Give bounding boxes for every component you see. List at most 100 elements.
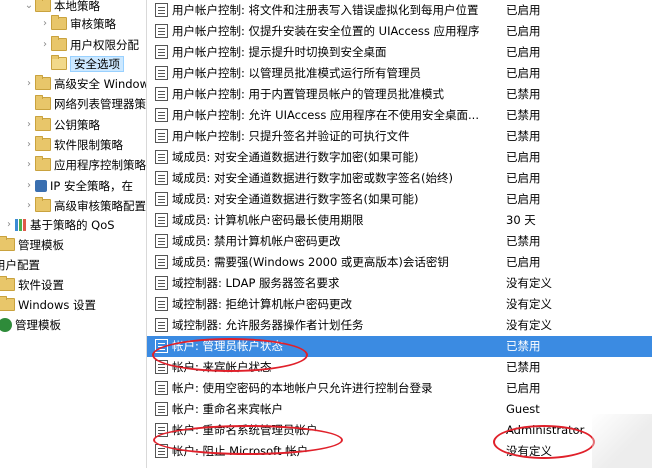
tree-item[interactable]: › 高级审核策略配置	[24, 196, 146, 216]
tree-item[interactable]: › 用户权限分配	[40, 35, 139, 55]
tree-item[interactable]: 软件设置	[0, 275, 64, 295]
tree-item[interactable]: 用户配置	[0, 255, 40, 275]
policy-name: 帐户: 阻止 Microsoft 帐户	[172, 444, 309, 458]
policy-name: 用户帐户控制: 提示提升时切换到安全桌面	[172, 45, 387, 59]
policy-row[interactable]: 用户帐户控制: 将文件和注册表写入错误虚拟化到每用户位置 已启用	[147, 0, 652, 21]
tree-item[interactable]: › 公钥策略	[24, 115, 100, 135]
policy-item-icon	[155, 276, 168, 290]
policy-setting: 已禁用	[506, 234, 541, 248]
policy-setting: Administrator	[506, 423, 585, 437]
policy-row[interactable]: 用户帐户控制: 以管理员批准模式运行所有管理员 已启用	[147, 63, 652, 84]
policy-item-icon	[155, 444, 168, 458]
tree-item-label: 用户配置	[0, 258, 40, 272]
policy-row[interactable]: 域控制器: 拒绝计算机帐户密码更改 没有定义	[147, 294, 652, 315]
policy-item-icon	[155, 360, 168, 374]
policy-item-icon	[155, 213, 168, 227]
policy-row[interactable]: 域成员: 对安全通道数据进行数字加密(如果可能) 已启用	[147, 147, 652, 168]
policy-name: 域控制器: 拒绝计算机帐户密码更改	[172, 297, 353, 311]
tree-item-label: 安全选项	[70, 56, 124, 72]
policy-row[interactable]: 域控制器: 允许服务器操作者计划任务 没有定义	[147, 315, 652, 336]
policy-row[interactable]: 帐户: 阻止 Microsoft 帐户 没有定义	[147, 441, 652, 462]
policy-item-icon	[155, 255, 168, 269]
tree-item[interactable]: 管理模板	[0, 235, 64, 255]
folder-icon	[35, 0, 51, 12]
policy-name: 域控制器: 允许服务器操作者计划任务	[172, 318, 364, 332]
folder-icon	[35, 136, 51, 151]
policy-row[interactable]: 帐户: 重命名系统管理员帐户 Administrator	[147, 420, 652, 441]
policy-row[interactable]: 域成员: 需要强(Windows 2000 或更高版本)会话密钥 已启用	[147, 252, 652, 273]
policy-item-icon	[155, 318, 168, 332]
folder-icon	[35, 116, 51, 131]
policy-name: 域成员: 禁用计算机帐户密码更改	[172, 234, 341, 248]
policy-setting: 已启用	[506, 255, 541, 269]
policy-row[interactable]: 帐户: 管理员帐户状态 已禁用	[147, 336, 652, 357]
policy-setting: 已启用	[506, 3, 541, 17]
folder-icon	[0, 236, 15, 251]
tree-item[interactable]: › IP 安全策略，在	[24, 176, 133, 196]
expander-chevron-icon[interactable]: ›	[24, 74, 34, 94]
tree-item[interactable]: 安全选项	[40, 54, 124, 74]
policy-item-icon	[155, 234, 168, 248]
tree-item[interactable]: › 软件限制策略	[24, 135, 123, 155]
policy-row[interactable]: 用户帐户控制: 仅提升安装在安全位置的 UIAccess 应用程序 已启用	[147, 21, 652, 42]
policy-row[interactable]: 用户帐户控制: 提示提升时切换到安全桌面 已启用	[147, 42, 652, 63]
expander-chevron-icon[interactable]: ⌄	[24, 0, 34, 16]
policy-row[interactable]: 用户帐户控制: 允许 UIAccess 应用程序在不使用安全桌面... 已禁用	[147, 105, 652, 126]
policy-name: 域成员: 对安全通道数据进行数字签名(如果可能)	[172, 192, 419, 206]
expander-chevron-icon[interactable]: ›	[24, 155, 34, 175]
policy-setting: 已禁用	[506, 360, 541, 374]
chart-icon	[15, 218, 27, 231]
policy-item-icon	[155, 423, 168, 437]
expander-chevron-icon[interactable]: ›	[24, 115, 34, 135]
policy-name: 域成员: 计算机帐户密码最长使用期限	[172, 213, 364, 227]
policy-name: 用户帐户控制: 允许 UIAccess 应用程序在不使用安全桌面...	[172, 108, 479, 122]
folder-icon	[51, 15, 67, 30]
expander-chevron-icon[interactable]: ›	[40, 14, 50, 34]
folder-icon	[0, 296, 15, 311]
watermark-corner	[592, 414, 652, 468]
tree-item-label: 基于策略的 QoS	[30, 218, 115, 232]
tree-item[interactable]: 网络列表管理器策略	[24, 94, 146, 114]
tree-item-label: 公钥策略	[54, 118, 100, 132]
policy-setting: 已启用	[506, 192, 541, 206]
tree-item-label: 应用程序控制策略	[54, 158, 146, 172]
ipsec-icon	[35, 179, 47, 192]
expander-chevron-icon[interactable]: ›	[40, 35, 50, 55]
policy-item-icon	[155, 45, 168, 59]
expander-chevron-icon[interactable]: ›	[24, 135, 34, 155]
tree-item[interactable]: › 高级安全 Windows	[24, 74, 146, 94]
navigation-tree[interactable]: ⌄ 本地策略 › 审核策略 › 用户权限分配 安全选项 › 高级安全 Windows 网络列表管理…	[0, 0, 146, 468]
policy-name: 用户帐户控制: 仅提升安装在安全位置的 UIAccess 应用程序	[172, 24, 480, 38]
policy-row[interactable]: 帐户: 使用空密码的本地帐户只允许进行控制台登录 已启用	[147, 378, 652, 399]
policy-name: 帐户: 使用空密码的本地帐户只允许进行控制台登录	[172, 381, 433, 395]
policy-item-icon	[155, 129, 168, 143]
policy-row[interactable]: 域成员: 对安全通道数据进行数字加密或数字签名(始终) 已启用	[147, 168, 652, 189]
policy-setting: 没有定义	[506, 318, 552, 332]
policy-item-icon	[155, 108, 168, 122]
tree-item-label: 用户权限分配	[70, 38, 139, 52]
policy-row[interactable]: 用户帐户控制: 只提升签名并验证的可执行文件 已禁用	[147, 126, 652, 147]
tree-item-label: Windows 设置	[18, 298, 96, 312]
tree-item[interactable]: › 基于策略的 QoS	[4, 215, 115, 235]
policy-row[interactable]: 域成员: 禁用计算机帐户密码更改 已禁用	[147, 231, 652, 252]
expander-chevron-icon[interactable]: ›	[24, 196, 34, 216]
policy-item-icon	[155, 87, 168, 101]
policy-item-icon	[155, 402, 168, 416]
tree-item[interactable]: Windows 设置	[0, 295, 96, 315]
policy-row[interactable]: 域成员: 对安全通道数据进行数字签名(如果可能) 已启用	[147, 189, 652, 210]
policy-list[interactable]: 用户帐户控制: 将文件和注册表写入错误虚拟化到每用户位置 已启用 用户帐户控制: 仅…	[147, 0, 652, 468]
policy-item-icon	[155, 381, 168, 395]
policy-name: 用户帐户控制: 用于内置管理员帐户的管理员批准模式	[172, 87, 445, 101]
expander-chevron-icon[interactable]: ›	[24, 176, 34, 196]
tree-item[interactable]: › 审核策略	[40, 14, 116, 34]
policy-row[interactable]: 域成员: 计算机帐户密码最长使用期限 30 天	[147, 210, 652, 231]
policy-row[interactable]: 帐户: 重命名来宾帐户 Guest	[147, 399, 652, 420]
policy-setting: 已启用	[506, 381, 541, 395]
policy-row[interactable]: 用户帐户控制: 用于内置管理员帐户的管理员批准模式 已禁用	[147, 84, 652, 105]
tree-item[interactable]: › 应用程序控制策略	[24, 155, 146, 175]
policy-row[interactable]: 域控制器: LDAP 服务器签名要求 没有定义	[147, 273, 652, 294]
policy-row[interactable]: 帐户: 来宾帐户状态 已禁用	[147, 357, 652, 378]
expander-chevron-icon[interactable]: ›	[4, 215, 14, 235]
tree-item[interactable]: 管理模板	[0, 315, 61, 335]
policy-setting: Guest	[506, 402, 540, 416]
